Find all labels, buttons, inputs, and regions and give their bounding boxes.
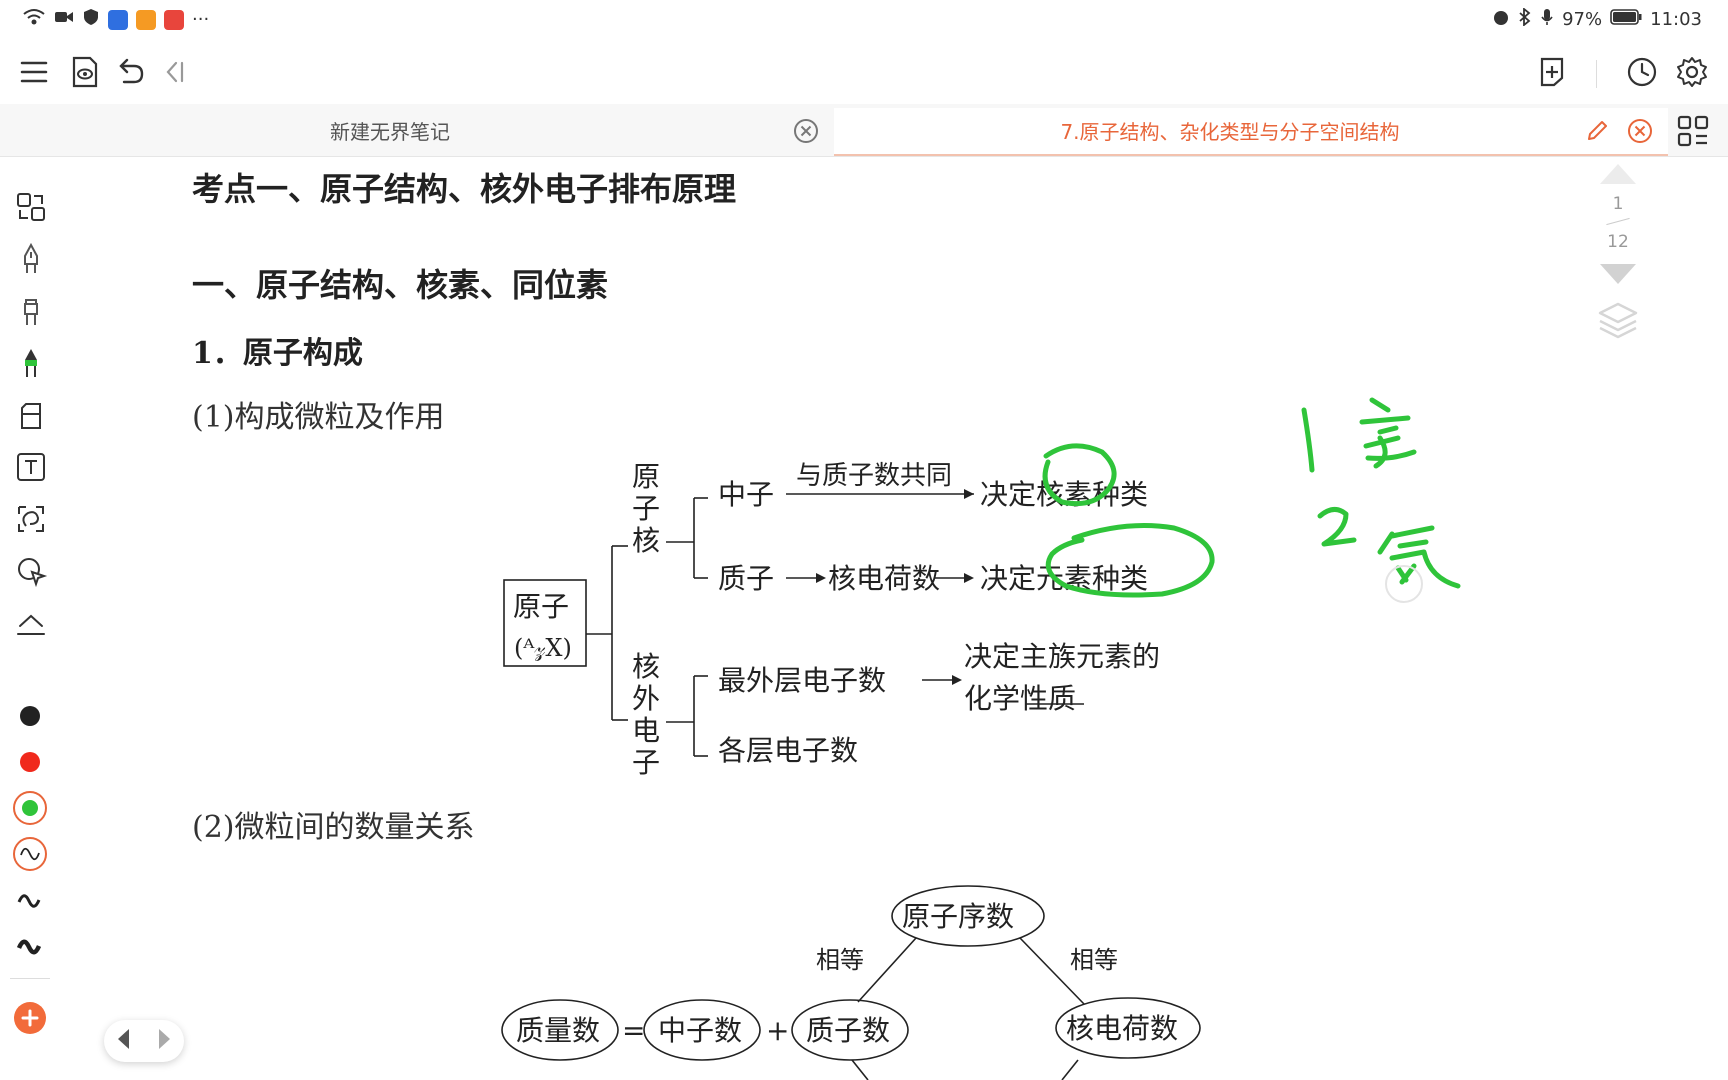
tab-new-note[interactable]: 新建无界笔记 — [260, 104, 520, 156]
battery-icon — [1610, 9, 1642, 30]
pencil-tool-icon[interactable] — [14, 294, 48, 328]
history-clock-icon[interactable] — [1624, 54, 1660, 90]
more-notifications: ··· — [192, 9, 210, 30]
handwriting-line-2: 2 氘 — [1318, 534, 1320, 537]
highlighter-icon[interactable] — [14, 346, 48, 380]
video-icon — [54, 9, 74, 30]
menu-icon[interactable] — [16, 54, 52, 90]
tab-label: 新建无界笔记 — [330, 119, 450, 144]
tool-sidebar — [0, 156, 62, 1080]
close-tab-icon[interactable] — [792, 117, 820, 149]
toolbar-divider — [1596, 60, 1597, 88]
alarm-icon — [1492, 8, 1510, 31]
text-box-icon[interactable] — [14, 450, 48, 484]
read-mode-icon[interactable] — [66, 54, 102, 90]
handwriting-layer: 1 氢 2 氘 — [1042, 397, 1461, 603]
clock-time: 11:03 — [1650, 9, 1702, 30]
ink-stroke — [1359, 397, 1417, 469]
grid-view-icon[interactable] — [1676, 114, 1710, 152]
ink-stroke — [1377, 525, 1461, 589]
pointer-icon[interactable] — [14, 554, 48, 588]
close-tab-icon[interactable] — [1626, 117, 1654, 149]
tab-label: 7.原子结构、杂化类型与分子空间结构 — [1060, 119, 1400, 144]
battery-percent: 97% — [1562, 9, 1603, 30]
add-tool-icon[interactable] — [14, 1002, 46, 1034]
pen-color-black[interactable] — [20, 706, 40, 726]
top-toolbar — [0, 42, 1728, 102]
page-switcher — [104, 1020, 184, 1062]
ink-stroke — [1317, 507, 1357, 547]
collapse-up-icon[interactable] — [14, 606, 48, 640]
lasso-select-icon[interactable] — [14, 502, 48, 536]
app-notification-icon — [136, 9, 156, 30]
collapse-left-icon[interactable] — [156, 54, 192, 90]
next-page-icon[interactable] — [154, 1026, 174, 1056]
stroke-thin-selected[interactable] — [13, 837, 47, 871]
pen-color-green-selected[interactable] — [13, 791, 47, 825]
sidebar-divider — [10, 978, 50, 979]
eraser-cursor — [1385, 565, 1423, 603]
microphone-icon — [1540, 8, 1554, 31]
tab-bar: 新建无界笔记 7.原子结构、杂化类型与分子空间结构 — [0, 104, 1728, 157]
stroke-thick-icon[interactable] — [14, 932, 44, 966]
previous-page-icon[interactable] — [114, 1026, 134, 1056]
pen-color-red[interactable] — [20, 752, 40, 772]
eraser-icon[interactable] — [14, 398, 48, 432]
ink-stroke — [1301, 407, 1315, 473]
tab-active-document[interactable]: 7.原子结构、杂化类型与分子空间结构 — [1000, 104, 1460, 156]
ink-circle-nuclide — [1042, 443, 1117, 507]
undo-icon[interactable] — [112, 54, 148, 90]
ink-circle-element — [1045, 523, 1215, 598]
status-bar: ··· 97% 11:03 — [0, 0, 1728, 40]
wifi-icon — [22, 8, 46, 31]
shield-icon — [82, 8, 100, 31]
app-notification-icon — [164, 9, 184, 30]
handwriting-line-1: 1 氢 — [1302, 434, 1304, 437]
bluetooth-icon — [1518, 7, 1532, 31]
stroke-medium-icon[interactable] — [14, 886, 44, 920]
add-page-icon[interactable] — [1534, 54, 1570, 90]
layout-icon[interactable] — [14, 190, 48, 224]
rename-pencil-icon[interactable] — [1584, 118, 1610, 148]
document-page[interactable]: 考点一、原子结构、核外电子排布原理 一、原子结构、核素、同位素 1．原子构成 (… — [62, 156, 1662, 1080]
app-notification-icon — [108, 9, 128, 30]
fountain-pen-icon[interactable] — [14, 242, 48, 276]
settings-gear-icon[interactable] — [1674, 54, 1710, 90]
